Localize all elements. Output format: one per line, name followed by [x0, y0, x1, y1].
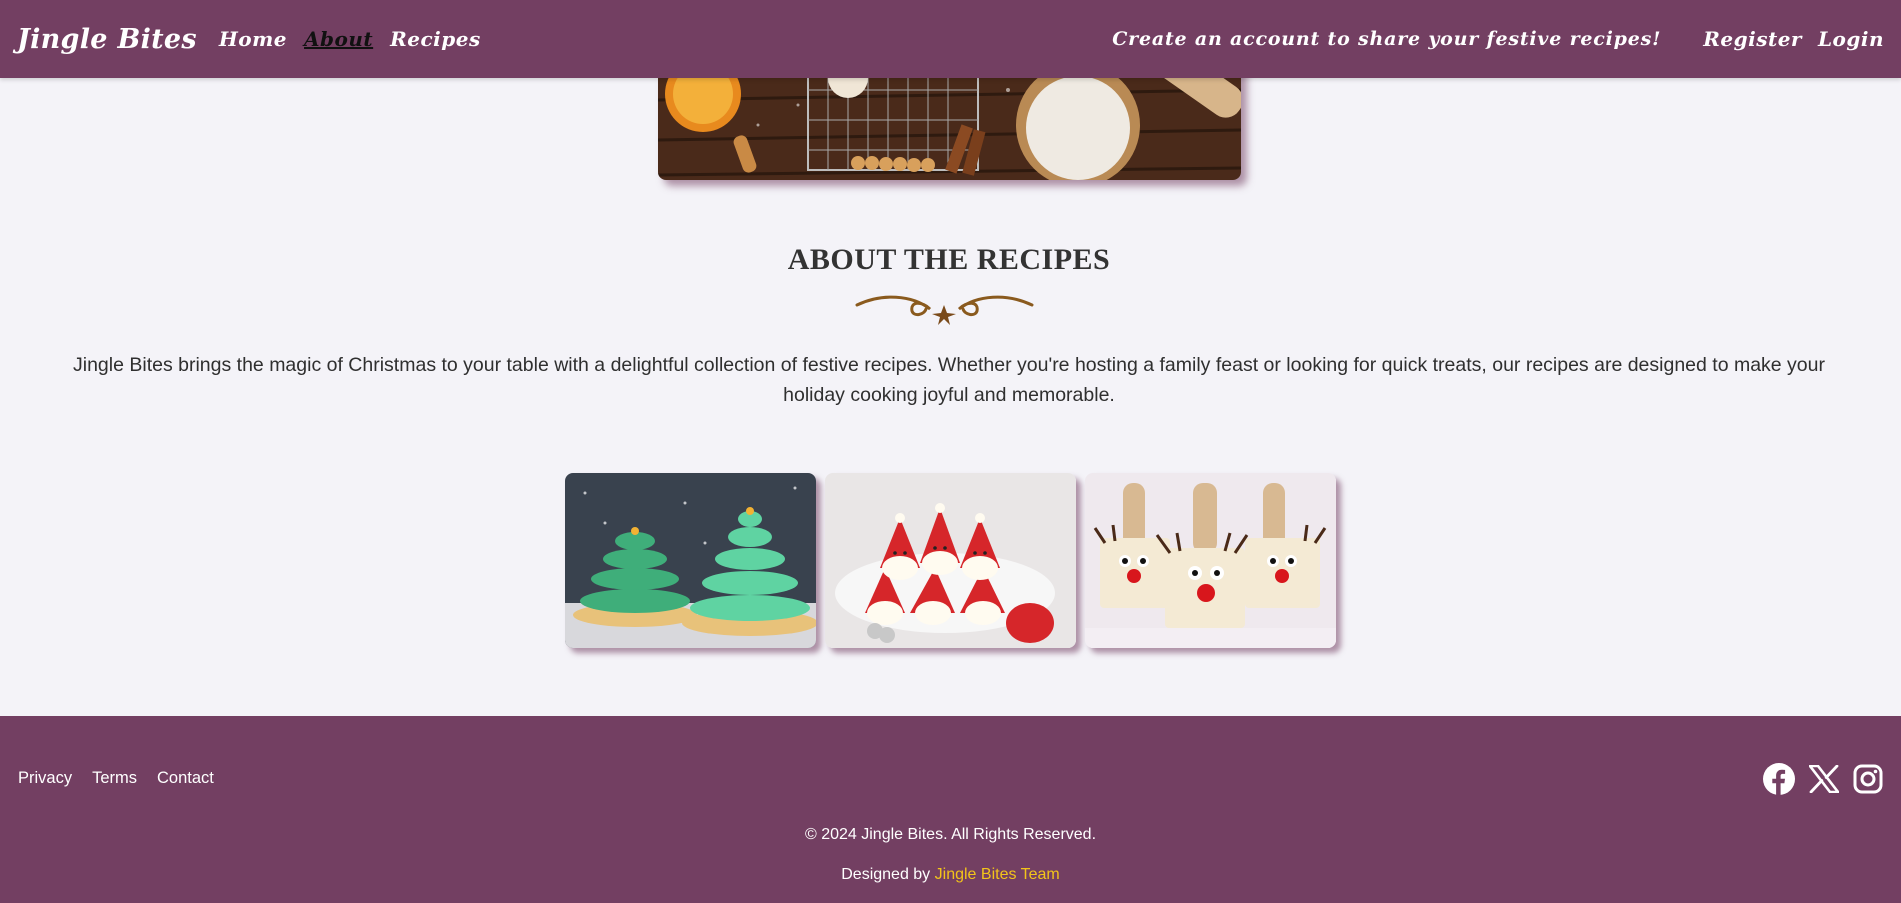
- nav-recipes-link[interactable]: Recipes: [390, 27, 481, 51]
- login-link[interactable]: Login: [1818, 27, 1884, 51]
- about-title: ABOUT THE RECIPES: [787, 243, 1111, 276]
- nav-right: Create an account to share your festive …: [1112, 27, 1884, 51]
- nav-home-link[interactable]: Home: [219, 27, 287, 51]
- social-links: [1749, 763, 1883, 795]
- gallery-image-strawberry-santas[interactable]: [825, 473, 1076, 648]
- footer-privacy-link[interactable]: Privacy: [18, 769, 72, 788]
- instagram-icon[interactable]: [1853, 764, 1883, 794]
- top-navbar: Jingle Bites Home About Recipes Create a…: [0, 0, 1901, 78]
- facebook-icon[interactable]: [1763, 763, 1795, 795]
- nav-left: Jingle Bites Home About Recipes: [17, 24, 498, 55]
- about-description: Jingle Bites brings the magic of Christm…: [73, 354, 1825, 406]
- gallery-image-tree-cookies[interactable]: [565, 473, 816, 648]
- designed-by-team-link[interactable]: Jingle Bites Team: [935, 866, 1060, 883]
- footer-terms-link[interactable]: Terms: [92, 769, 137, 788]
- footer-contact-link[interactable]: Contact: [157, 769, 214, 788]
- designed-by-text: Designed by Jingle Bites Team: [0, 866, 1901, 884]
- brand-logo[interactable]: Jingle Bites: [17, 24, 197, 55]
- x-icon[interactable]: [1809, 765, 1839, 793]
- nav-about-link[interactable]: About: [304, 27, 373, 51]
- register-link[interactable]: Register: [1703, 27, 1802, 51]
- reindeer-rice-krispie-treats-icon: [1085, 473, 1336, 648]
- christmas-tree-cookies-icon: [565, 473, 816, 648]
- ornament-divider-icon: [855, 295, 1034, 325]
- promo-text: Create an account to share your festive …: [1112, 28, 1662, 50]
- gallery-image-reindeer-treats[interactable]: [1085, 473, 1336, 648]
- copyright-text: © 2024 Jingle Bites. All Rights Reserved…: [804, 826, 1097, 843]
- recipe-gallery: [565, 473, 1336, 648]
- footer-links: Privacy Terms Contact: [18, 769, 234, 788]
- page-footer: Privacy Terms Contact © 2024 Jingle Bite…: [0, 716, 1901, 903]
- designed-by-prefix: Designed by: [841, 866, 931, 883]
- strawberry-santas-icon: [825, 473, 1076, 648]
